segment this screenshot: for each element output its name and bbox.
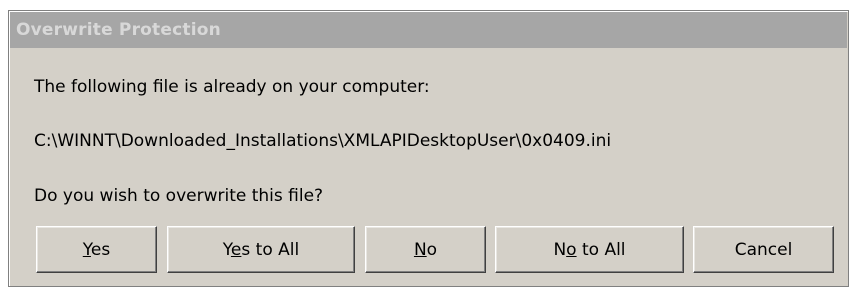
mnemonic: N [413,239,427,260]
overwrite-question: Do you wish to overwrite this file? [34,186,324,206]
title-bar[interactable]: Overwrite Protection [10,12,847,48]
yes-button[interactable]: Yes [36,226,157,273]
dialog-title: Overwrite Protection [16,20,221,40]
file-exists-message: The following file is already on your co… [34,77,430,97]
no-to-all-button[interactable]: No to All [495,226,684,273]
file-path: C:\WINNT\Downloaded_Installations\XMLAPI… [34,131,612,151]
overwrite-protection-dialog: Overwrite Protection The following file … [8,10,849,287]
mnemonic: Y [82,239,91,260]
no-button[interactable]: No [365,226,486,273]
mnemonic: o [566,239,577,260]
cancel-button[interactable]: Cancel [693,226,834,273]
mnemonic: e [230,239,242,260]
yes-to-all-button[interactable]: Yes to All [167,226,355,273]
